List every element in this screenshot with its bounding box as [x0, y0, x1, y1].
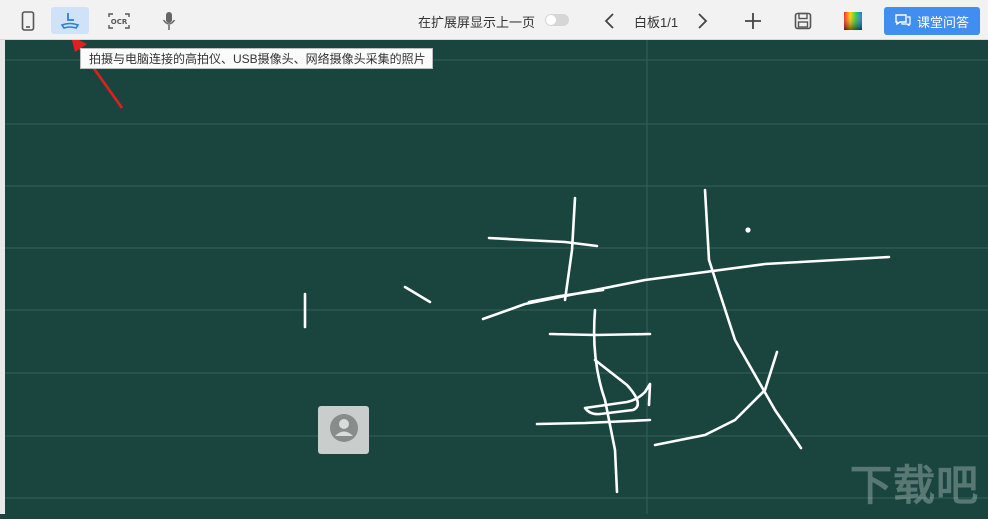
microphone-icon	[161, 11, 177, 31]
phone-button[interactable]	[9, 7, 47, 34]
next-page-button[interactable]	[684, 7, 722, 34]
chevron-left-icon	[603, 12, 615, 30]
extend-screen-label: 在扩展屏显示上一页	[418, 15, 536, 30]
microphone-button[interactable]	[150, 7, 188, 34]
chevron-right-icon	[697, 12, 709, 30]
ocr-button[interactable]: OCR	[100, 7, 138, 34]
class-qa-label: 课堂问答	[916, 14, 969, 30]
toolbar: OCR 在扩展屏显示上一页 白板1/1 课堂问答	[0, 0, 988, 40]
color-palette-icon	[844, 11, 862, 30]
color-picker-button[interactable]	[834, 7, 872, 34]
camera-capture-icon	[59, 11, 81, 31]
ocr-icon: OCR	[107, 12, 131, 30]
add-page-button[interactable]	[734, 7, 772, 34]
save-icon	[794, 12, 812, 30]
extend-screen-toggle[interactable]	[545, 14, 569, 26]
avatar[interactable]	[318, 406, 369, 454]
chat-bubble-icon	[895, 13, 911, 29]
camera-tooltip: 拍摄与电脑连接的高拍仪、USB摄像头、网络摄像头采集的照片	[80, 48, 433, 69]
toggle-knob	[546, 15, 556, 25]
phone-icon	[21, 10, 35, 31]
user-icon	[329, 413, 359, 448]
save-button[interactable]	[784, 7, 822, 34]
whiteboard-canvas[interactable]	[5, 36, 988, 514]
handwriting-strokes	[303, 188, 891, 494]
class-qa-button[interactable]: 课堂问答	[884, 7, 980, 35]
prev-page-button[interactable]	[590, 7, 628, 34]
whiteboard-drawing	[5, 36, 988, 514]
page-indicator: 白板1/1	[634, 15, 679, 30]
watermark: 下载吧	[850, 462, 980, 509]
plus-icon	[744, 12, 762, 30]
board-grid	[5, 40, 988, 514]
camera-capture-button[interactable]	[51, 7, 89, 34]
ocr-icon-label: OCR	[111, 18, 128, 26]
